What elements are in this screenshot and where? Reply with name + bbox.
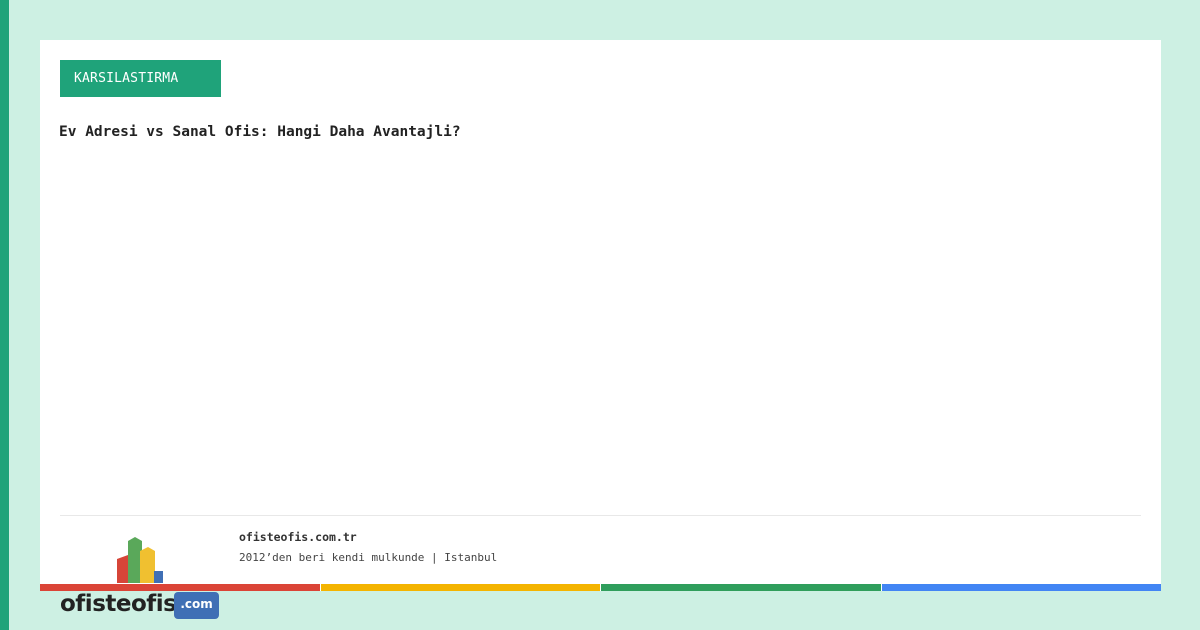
logo-block-red bbox=[117, 555, 128, 583]
stripe-green bbox=[601, 584, 881, 591]
site-name[interactable]: ofisteofis.com.tr bbox=[239, 530, 357, 544]
article-card: KARSILASTIRMA Ev Adresi vs Sanal Ofis: H… bbox=[40, 40, 1161, 591]
logo-block-yellow bbox=[140, 547, 155, 583]
stripe-blue bbox=[881, 584, 1161, 591]
wordmark-text: ofisteofis bbox=[60, 591, 177, 617]
wordmark-tld-badge: .com bbox=[174, 591, 219, 619]
stripe-yellow bbox=[320, 584, 600, 591]
logo-block-blue bbox=[154, 571, 163, 583]
brand-wordmark[interactable]: ofisteofis .com bbox=[60, 589, 219, 619]
article-title[interactable]: Ev Adresi vs Sanal Ofis: Hangi Daha Avan… bbox=[59, 124, 461, 140]
site-tagline: 2012’den beri kendi mulkunde | Istanbul bbox=[239, 551, 498, 564]
logo-block-green bbox=[128, 537, 142, 583]
footer-divider bbox=[60, 515, 1141, 516]
category-badge[interactable]: KARSILASTIRMA bbox=[60, 60, 221, 97]
left-accent-bar bbox=[0, 0, 9, 630]
building-blocks-icon bbox=[117, 537, 163, 583]
